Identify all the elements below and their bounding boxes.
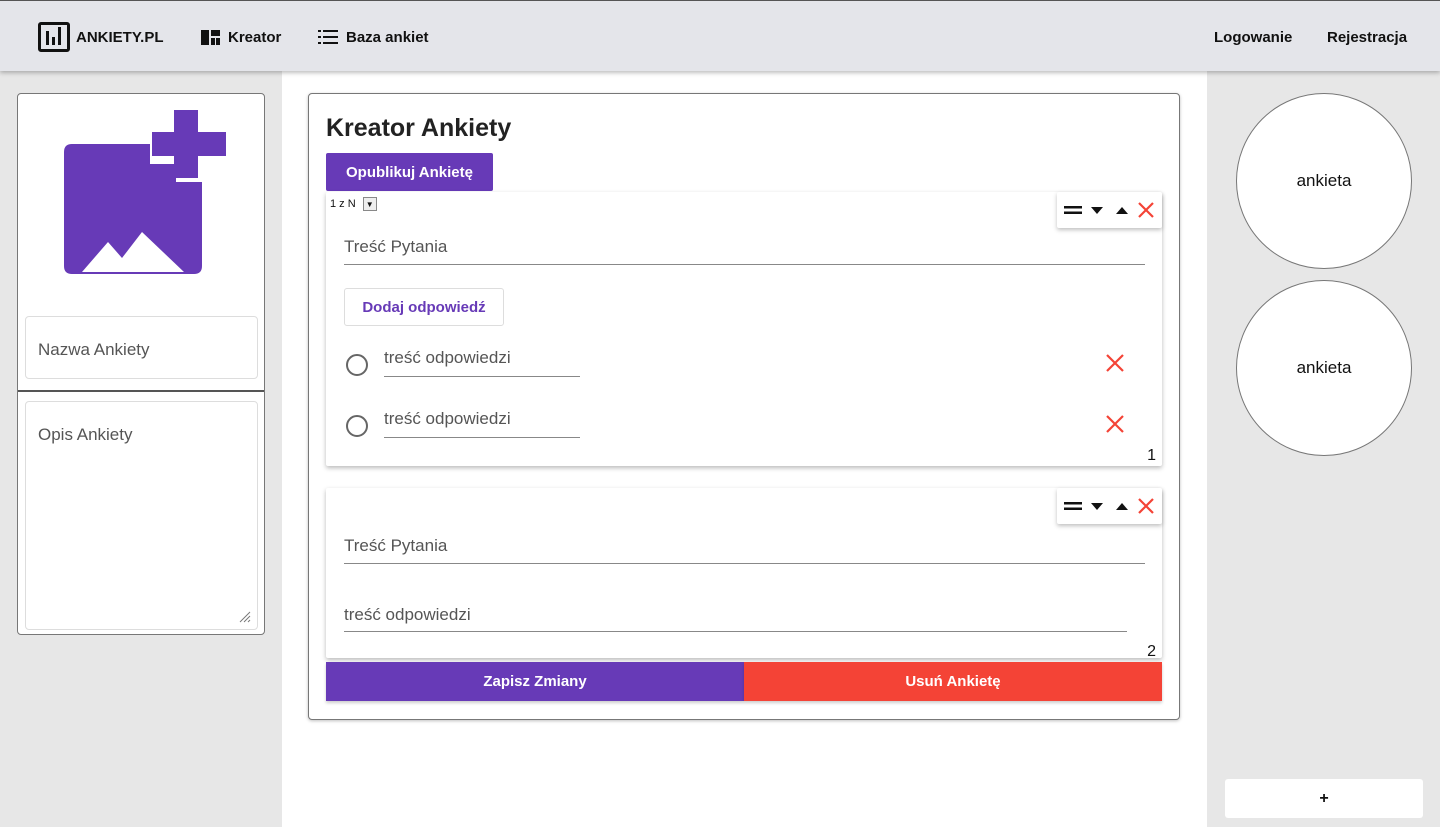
drag-handle-icon[interactable] <box>1062 199 1084 221</box>
delete-question-icon[interactable] <box>1135 199 1157 221</box>
question-type-value: 1 z N <box>330 198 356 210</box>
survey-description-input[interactable]: Opis Ankiety <box>25 401 258 630</box>
drag-handle-icon[interactable] <box>1062 495 1084 517</box>
move-down-icon[interactable] <box>1086 495 1108 517</box>
answer-text-input[interactable]: treść odpowiedzi <box>344 596 1127 632</box>
question-card: Treść Pytania treść odpowiedzi 2 <box>326 488 1162 660</box>
survey-editor-card: Kreator Ankiety Opublikuj Ankietę 1 z N … <box>308 93 1180 720</box>
survey-item[interactable]: ankieta <box>1236 93 1412 269</box>
left-panel: Nazwa Ankiety Opis Ankiety <box>0 71 282 827</box>
nav-kreator-label: Kreator <box>228 28 282 46</box>
nav-baza-ankiet[interactable]: Baza ankiet <box>318 22 429 52</box>
survey-item[interactable]: ankieta <box>1236 280 1412 456</box>
right-panel: ankieta ankieta + <box>1207 71 1440 827</box>
dropdown-arrow-icon: ▼ <box>362 197 377 211</box>
poll-logo-icon <box>38 22 70 52</box>
description-placeholder: Opis Ankiety <box>38 425 133 444</box>
move-down-icon[interactable] <box>1086 199 1108 221</box>
nav-login[interactable]: Logowanie <box>1214 22 1292 52</box>
question-text-input[interactable]: Treść Pytania <box>344 528 1145 564</box>
add-answer-button[interactable]: Dodaj odpowiedź <box>344 288 504 326</box>
answer-row: treść odpowiedzi <box>344 342 1134 382</box>
answer-row: treść odpowiedzi <box>344 403 1134 443</box>
question-number: 2 <box>1147 643 1156 660</box>
add-survey-button[interactable]: + <box>1225 779 1423 818</box>
delete-question-icon[interactable] <box>1135 495 1157 517</box>
add-photo-icon[interactable] <box>62 110 230 278</box>
nav-baza-label: Baza ankiet <box>346 28 429 46</box>
answer-text-input[interactable]: treść odpowiedzi <box>384 403 580 438</box>
radio-button[interactable] <box>346 415 368 437</box>
delete-survey-button[interactable]: Usuń Ankietę <box>744 662 1162 701</box>
remove-answer-icon[interactable] <box>1104 352 1126 374</box>
move-up-icon[interactable] <box>1111 199 1133 221</box>
question-text-input[interactable]: Treść Pytania <box>344 229 1145 265</box>
brand-name: ANKIETY.PL <box>76 28 164 46</box>
page-title: Kreator Ankiety <box>326 114 512 142</box>
move-up-icon[interactable] <box>1111 495 1133 517</box>
main-content: Kreator Ankiety Opublikuj Ankietę 1 z N … <box>282 71 1207 827</box>
question-card: 1 z N ▼ Treść Pytania Dodaj odpowiedź tr… <box>326 192 1162 466</box>
question-toolbar <box>1057 488 1162 524</box>
answer-text-input[interactable]: treść odpowiedzi <box>384 342 580 377</box>
save-changes-button[interactable]: Zapisz Zmiany <box>326 662 744 701</box>
survey-name-input[interactable]: Nazwa Ankiety <box>25 316 258 379</box>
question-toolbar <box>1057 192 1162 228</box>
radio-button[interactable] <box>346 354 368 376</box>
brand-link[interactable]: ANKIETY.PL <box>38 22 164 52</box>
question-type-select[interactable]: 1 z N ▼ <box>330 197 377 211</box>
nav-kreator[interactable]: Kreator <box>201 22 281 52</box>
nav-register[interactable]: Rejestracja <box>1327 22 1407 52</box>
remove-answer-icon[interactable] <box>1104 413 1126 435</box>
publish-button[interactable]: Opublikuj Ankietę <box>326 153 493 191</box>
list-icon <box>318 30 338 44</box>
question-number: 1 <box>1147 447 1156 464</box>
divider <box>18 390 264 392</box>
dashboard-icon <box>201 29 220 45</box>
resize-grip-icon[interactable] <box>239 611 251 623</box>
survey-meta-card: Nazwa Ankiety Opis Ankiety <box>17 93 265 635</box>
top-navbar: ANKIETY.PL Kreator Baza ankiet Logowanie… <box>0 0 1440 71</box>
